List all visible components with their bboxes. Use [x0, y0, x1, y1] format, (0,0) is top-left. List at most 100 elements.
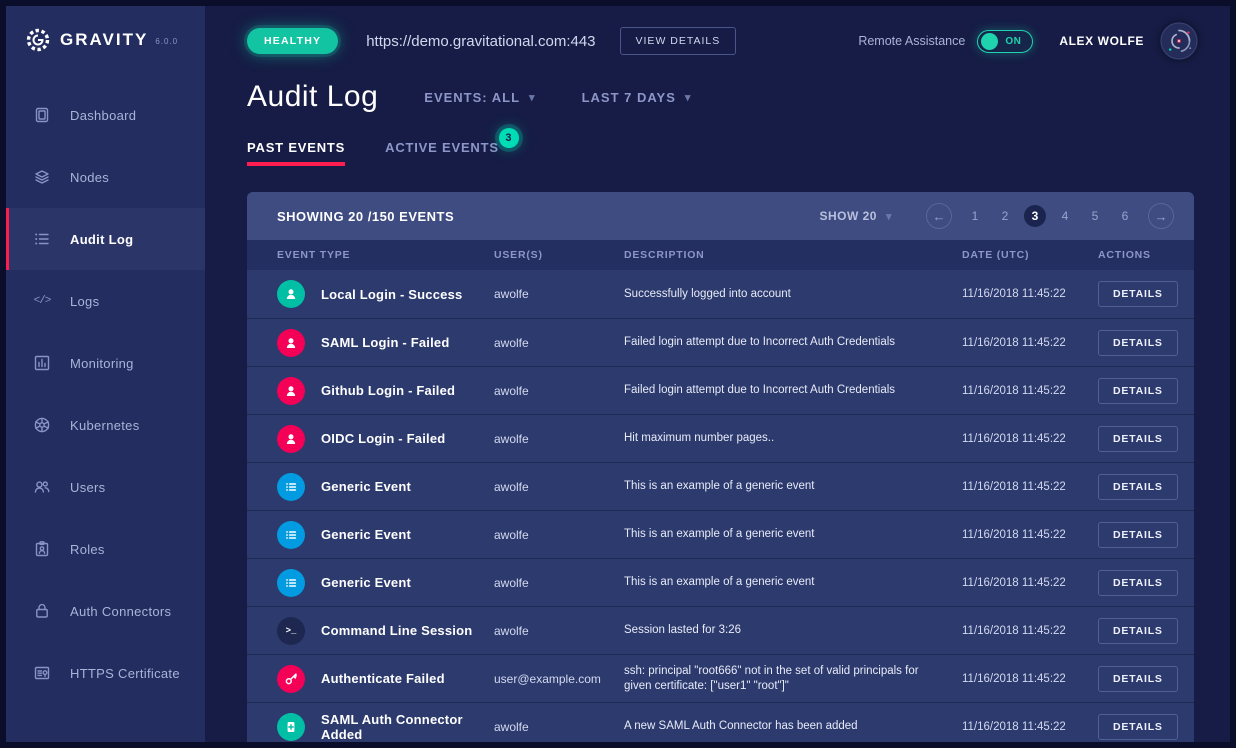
toggle-knob-icon: [981, 33, 998, 50]
tab-active-events[interactable]: ACTIVE EVENTS3: [385, 140, 499, 166]
table-row[interactable]: Generic Event awolfe This is an example …: [247, 510, 1194, 558]
event-user: awolfe: [494, 624, 624, 638]
details-button[interactable]: DETAILS: [1098, 618, 1178, 644]
page-title: Audit Log: [247, 80, 378, 114]
page-1-button[interactable]: 1: [964, 205, 986, 227]
event-date: 11/16/2018 11:45:22: [962, 481, 1098, 493]
key-icon: [277, 665, 305, 693]
details-button[interactable]: DETAILS: [1098, 666, 1178, 692]
kubernetes-icon: [32, 415, 52, 435]
table-row[interactable]: Generic Event awolfe This is an example …: [247, 462, 1194, 510]
details-button[interactable]: DETAILS: [1098, 522, 1178, 548]
sidebar-item-auth-connectors[interactable]: Auth Connectors: [6, 580, 205, 642]
sidebar-item-kubernetes[interactable]: Kubernetes: [6, 394, 205, 456]
logs-icon: </>: [32, 291, 52, 311]
sidebar-item-logs[interactable]: </> Logs: [6, 270, 205, 332]
sidebar-item-monitoring[interactable]: Monitoring: [6, 332, 205, 394]
audit-log-icon: [32, 229, 52, 249]
details-button[interactable]: DETAILS: [1098, 474, 1178, 500]
tab-past-events[interactable]: PAST EVENTS: [247, 140, 345, 166]
table-row[interactable]: OIDC Login - Failed awolfe Hit maximum n…: [247, 414, 1194, 462]
event-description: A new SAML Auth Connector has been added: [624, 719, 962, 734]
event-user: user@example.com: [494, 672, 624, 686]
page-4-button[interactable]: 4: [1054, 205, 1076, 227]
table-row[interactable]: Authenticate Failed user@example.com ssh…: [247, 654, 1194, 702]
users-icon: [32, 477, 52, 497]
nodes-icon: [32, 167, 52, 187]
column-header-description: DESCRIPTION: [624, 249, 962, 261]
audit-table-card: SHOWING 20 /150 EVENTS SHOW 20 ▾ ← 12345…: [247, 192, 1194, 742]
table-row[interactable]: SAML Auth Connector Added awolfe A new S…: [247, 702, 1194, 742]
sidebar-item-label: Nodes: [70, 170, 109, 185]
sidebar-item-https-certificate[interactable]: HTTPS Certificate: [6, 642, 205, 704]
event-type-label: Generic Event: [321, 479, 411, 494]
sidebar-item-label: Monitoring: [70, 356, 134, 371]
remote-assistance-toggle[interactable]: ON: [977, 30, 1033, 53]
details-button[interactable]: DETAILS: [1098, 281, 1178, 307]
event-date: 11/16/2018 11:45:22: [962, 577, 1098, 589]
details-button[interactable]: DETAILS: [1098, 714, 1178, 740]
event-user: awolfe: [494, 432, 624, 446]
sidebar-nav: Dashboard Nodes Audit Log </> Logs Monit…: [6, 84, 205, 704]
active-events-count-badge: 3: [499, 128, 519, 148]
event-date: 11/16/2018 11:45:22: [962, 625, 1098, 637]
table-row[interactable]: Local Login - Success awolfe Successfull…: [247, 270, 1194, 318]
event-description: This is an example of a generic event: [624, 479, 962, 494]
page-5-button[interactable]: 5: [1084, 205, 1106, 227]
event-date: 11/16/2018 11:45:22: [962, 288, 1098, 300]
sidebar-item-nodes[interactable]: Nodes: [6, 146, 205, 208]
event-actions: DETAILS: [1098, 330, 1194, 356]
page-6-button[interactable]: 6: [1114, 205, 1136, 227]
event-description: Successfully logged into account: [624, 287, 962, 302]
user-avatar[interactable]: [1160, 22, 1198, 60]
show-count-dropdown[interactable]: SHOW 20 ▾: [819, 209, 892, 223]
prev-page-button[interactable]: ←: [926, 203, 952, 229]
view-details-button[interactable]: VIEW DETAILS: [620, 27, 737, 55]
table-row[interactable]: Github Login - Failed awolfe Failed logi…: [247, 366, 1194, 414]
event-type-label: Local Login - Success: [321, 287, 462, 302]
event-date: 11/16/2018 11:45:22: [962, 385, 1098, 397]
column-header-user-s: USER(S): [494, 249, 624, 261]
details-button[interactable]: DETAILS: [1098, 426, 1178, 452]
sidebar-item-label: Users: [70, 480, 105, 495]
main-area: HEALTHY https://demo.gravitational.com:4…: [205, 6, 1230, 742]
sidebar-item-users[interactable]: Users: [6, 456, 205, 518]
column-header-actions: ACTIONS: [1098, 249, 1194, 261]
doc-added-icon: [277, 713, 305, 741]
page-3-button[interactable]: 3: [1024, 205, 1046, 227]
details-button[interactable]: DETAILS: [1098, 330, 1178, 356]
sidebar-item-label: Kubernetes: [70, 418, 140, 433]
event-actions: DETAILS: [1098, 281, 1194, 307]
cluster-url: https://demo.gravitational.com:443: [366, 33, 595, 50]
details-button[interactable]: DETAILS: [1098, 570, 1178, 596]
terminal-icon: >_: [277, 617, 305, 645]
table-row[interactable]: Generic Event awolfe This is an example …: [247, 558, 1194, 606]
sidebar-item-audit-log[interactable]: Audit Log: [6, 208, 205, 270]
event-actions: DETAILS: [1098, 522, 1194, 548]
table-row[interactable]: SAML Login - Failed awolfe Failed login …: [247, 318, 1194, 366]
user-success-icon: [277, 280, 305, 308]
event-date: 11/16/2018 11:45:22: [962, 433, 1098, 445]
user-failed-icon: [277, 377, 305, 405]
page-2-button[interactable]: 2: [994, 205, 1016, 227]
next-page-button[interactable]: →: [1148, 203, 1174, 229]
details-button[interactable]: DETAILS: [1098, 378, 1178, 404]
list-icon: [277, 473, 305, 501]
event-date: 11/16/2018 11:45:22: [962, 529, 1098, 541]
app-window: GRAVITY 6.0.0 Dashboard Nodes Audit Log …: [0, 0, 1236, 748]
app-name: GRAVITY: [60, 30, 148, 50]
health-status-badge[interactable]: HEALTHY: [247, 28, 338, 54]
remote-assistance-label: Remote Assistance: [858, 34, 965, 48]
date-range-dropdown[interactable]: LAST 7 DAYS ▾: [582, 90, 692, 105]
event-user: awolfe: [494, 576, 624, 590]
sidebar-item-roles[interactable]: Roles: [6, 518, 205, 580]
event-actions: DETAILS: [1098, 714, 1194, 740]
sidebar-item-label: Logs: [70, 294, 99, 309]
event-date: 11/16/2018 11:45:22: [962, 721, 1098, 733]
events-filter-dropdown[interactable]: EVENTS: ALL ▾: [424, 90, 535, 105]
pagination: ← 123456 →: [926, 203, 1174, 229]
event-type-label: SAML Login - Failed: [321, 335, 450, 350]
event-description: Session lasted for 3:26: [624, 623, 962, 638]
sidebar-item-dashboard[interactable]: Dashboard: [6, 84, 205, 146]
table-row[interactable]: >_ Command Line Session awolfe Session l…: [247, 606, 1194, 654]
